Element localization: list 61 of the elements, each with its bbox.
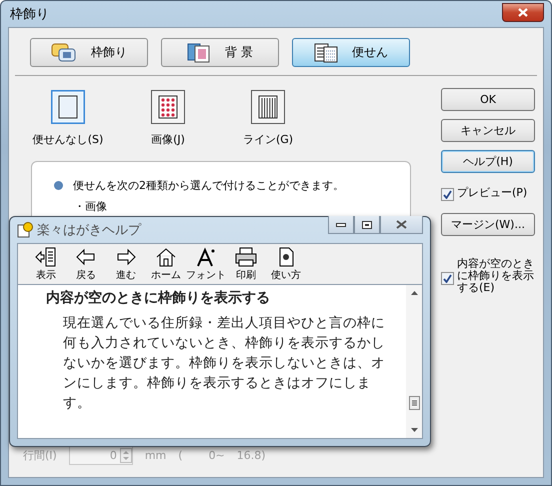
layers-icon [187,42,212,62]
help-heading: 内容が空のときに枠飾りを表示する [46,289,271,307]
option-label[interactable]: 画像(J) [151,132,185,147]
maximize-icon [362,220,372,228]
toolbar-button[interactable]: フォント [186,246,226,282]
printer-icon [235,246,257,266]
check-icon [443,190,452,199]
dotted-page-icon[interactable] [151,90,185,124]
panel-arrow-icon [35,246,57,266]
help-book-icon [17,222,33,238]
scroll-thumb-icon [408,396,420,410]
minimize-icon [336,222,346,226]
check-icon [443,274,452,283]
blank-page-icon[interactable] [51,90,85,124]
toolbar-button[interactable]: 印刷 [226,246,266,282]
house-icon [155,246,177,266]
range-text: 16.8) [236,449,266,462]
lined-page-icon[interactable] [251,90,285,124]
option-label[interactable]: 便せんなし(S) [32,132,104,147]
field-label: 行間(I) [23,448,57,463]
toolbar-button[interactable]: 使い方 [266,246,306,282]
speech-bubbles-icon [51,42,77,62]
range-text: 0~ [208,449,225,462]
tab[interactable]: 背 景 [161,38,279,67]
toolbar-button[interactable]: 戻る [66,246,106,282]
toolbar-button[interactable]: 表示 [26,246,66,282]
checkbox[interactable] [441,272,454,285]
toolbar-button[interactable]: 進む [106,246,146,282]
font-icon [195,246,217,266]
checkbox[interactable] [441,188,454,201]
close-button[interactable] [502,2,544,22]
range-text: ( [178,449,183,462]
maximize-button[interactable] [354,216,380,234]
toolbar-button[interactable]: ホーム [146,246,186,282]
tab[interactable]: 便せん [292,38,410,67]
info-item: ・画像 [73,199,108,214]
dialog-button[interactable]: キャンセル [441,119,535,142]
spinner-arrows-icon [120,448,132,463]
bullet-icon [54,181,63,190]
checkbox-label[interactable]: 内容が空のときに枠飾りを表示する(E) [457,258,537,294]
close-icon [518,8,528,16]
pages-icon [314,42,338,62]
forward-arrow-icon [115,246,137,266]
dialog-button[interactable]: OK [441,88,535,111]
minimize-button[interactable] [328,216,354,234]
unit-label: mm [144,449,166,462]
window-title: 枠飾り [9,6,49,23]
checkbox-label[interactable]: プレビュー(P) [457,187,528,199]
window-title: 楽々はがきヘルプ [37,222,142,239]
close-button[interactable] [380,216,423,234]
margin-button[interactable]: マージン(W)... [441,213,535,236]
dialog-button[interactable]: ヘルプ(H) [441,150,535,173]
close-icon [396,220,407,229]
scroll-down-icon [410,428,418,432]
help-text: 現在選んでいる住所録・差出人項目やひと言の枠に何も入力されていないとき、枠飾りを表示するかしないかを選びます。枠飾りを表示しないときは、オンにします。枠飾りを表示するときはオフにします。 [62,314,386,413]
scrollbar[interactable] [406,285,422,438]
scroll-up-icon [410,291,418,295]
back-arrow-icon [75,246,97,266]
option-label[interactable]: ライン(G) [242,132,294,147]
info-text: 便せんを次の2種類から選んで付けることができます。 [73,178,344,193]
tab[interactable]: 枠飾り [30,38,148,67]
